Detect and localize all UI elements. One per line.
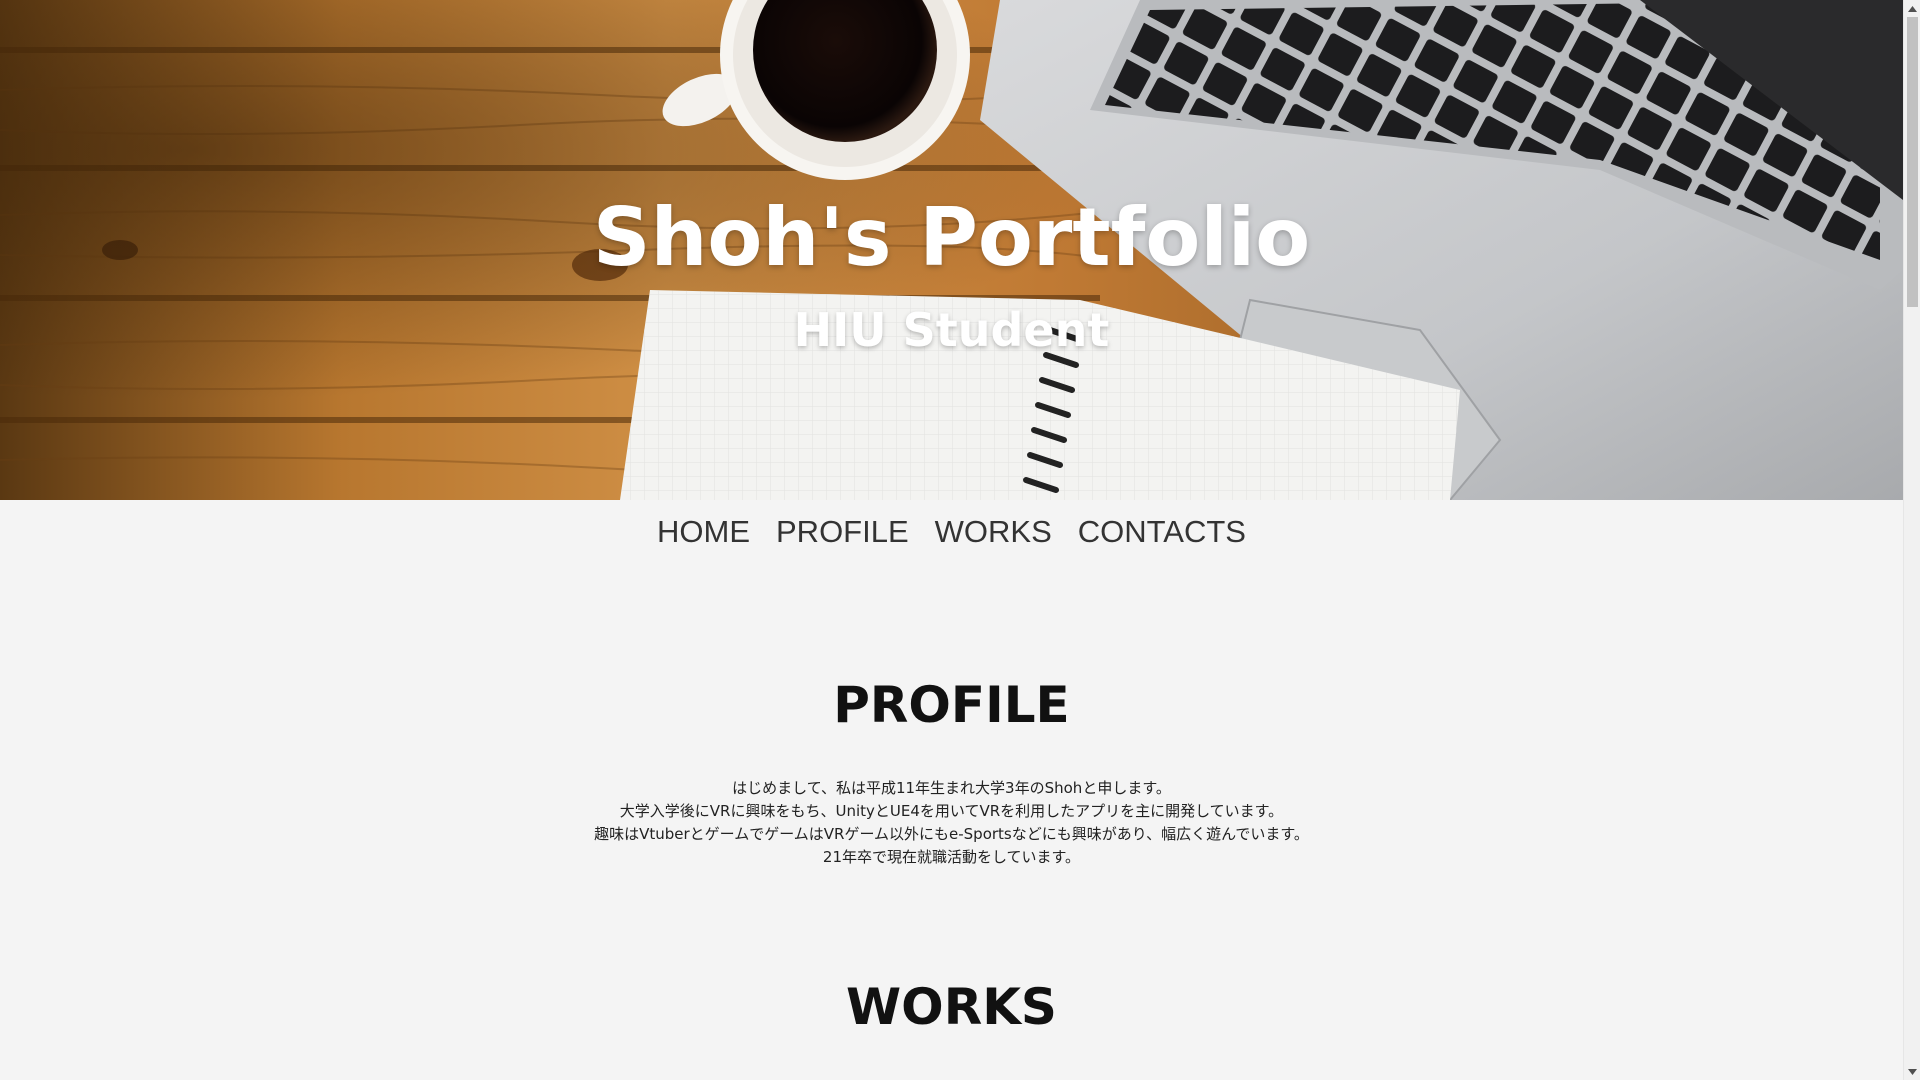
scrollbar-thumb[interactable]	[1907, 17, 1918, 307]
nav-item-home[interactable]: HOME	[657, 510, 750, 554]
hero-banner: Shoh's Portfolio HIU Student	[0, 0, 1903, 500]
vertical-scrollbar[interactable]	[1903, 0, 1920, 1080]
profile-line: 21年卒で現在就職活動をしています。	[822, 848, 1081, 866]
nav-item-contacts[interactable]: CONTACTS	[1078, 510, 1246, 554]
scroll-down-arrow-icon[interactable]	[1904, 1063, 1920, 1080]
site-title: Shoh's Portfolio	[592, 191, 1311, 284]
page: Shoh's Portfolio HIU Student HOME PROFIL…	[0, 0, 1920, 1080]
nav-item-profile[interactable]: PROFILE	[776, 510, 909, 554]
nav-item-works[interactable]: WORKS	[935, 510, 1052, 554]
page-content: Shoh's Portfolio HIU Student HOME PROFIL…	[0, 0, 1903, 1080]
site-subtitle: HIU Student	[793, 303, 1110, 357]
works-heading: WORKS	[846, 978, 1057, 1036]
profile-line: 趣味はVtuberとゲームでゲームはVRゲーム以外にもe-Sportsなどにも興…	[594, 825, 1309, 843]
profile-line: はじめまして、私は平成11年生まれ大学3年のShohと申します。	[732, 779, 1171, 797]
main-nav: HOME PROFILE WORKS CONTACTS	[0, 510, 1903, 554]
profile-heading: PROFILE	[833, 676, 1070, 734]
scroll-up-arrow-icon[interactable]	[1904, 0, 1920, 17]
profile-line: 大学入学後にVRに興味をもち、UnityとUE4を用いてVRを利用したアプリを主…	[619, 802, 1284, 820]
profile-text: はじめまして、私は平成11年生まれ大学3年のShohと申します。 大学入学後にV…	[0, 777, 1903, 869]
